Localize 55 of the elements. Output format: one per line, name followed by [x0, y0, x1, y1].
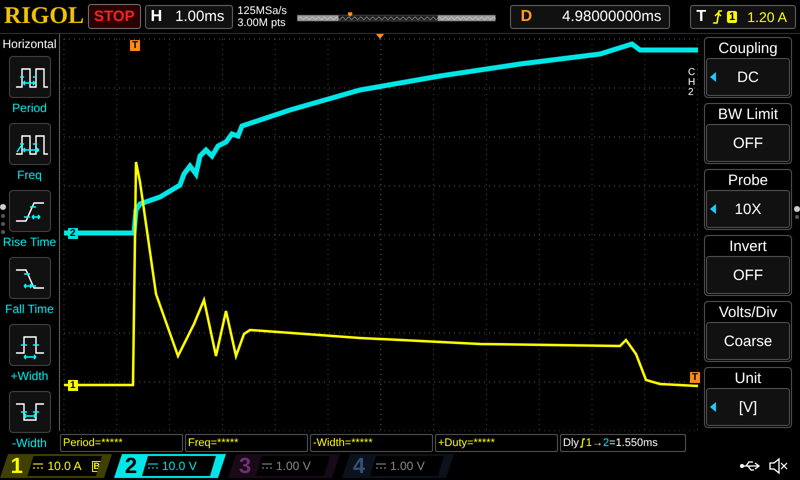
trigger-level-marker[interactable]: T — [690, 372, 700, 383]
channel-tab[interactable]: 4 1.00 V — [342, 454, 454, 478]
menu-value-button[interactable]: DC — [706, 58, 790, 96]
trigger-time-marker[interactable]: T — [130, 40, 140, 51]
menu-value-button[interactable]: OFF — [706, 256, 790, 294]
channel-scale: 1.00 V — [390, 459, 425, 473]
measurement-readout: -Width=***** — [310, 434, 433, 452]
run-state-button[interactable]: STOP — [88, 4, 141, 29]
usb-icon — [740, 460, 762, 472]
channel-number: 4 — [352, 454, 366, 478]
trigger-position-marker — [348, 12, 352, 16]
mute-icon[interactable] — [768, 457, 788, 475]
delay-label: D — [520, 8, 534, 26]
trigger-level[interactable]: 1.20 A — [741, 8, 795, 24]
dc-coupling-icon — [33, 463, 44, 469]
memory-depth: 3.00M pts — [237, 16, 287, 28]
channel-tab[interactable]: 2 10.0 V — [114, 454, 226, 478]
channel-scale: 1.00 V — [276, 459, 311, 473]
menu-value-button[interactable]: Coarse — [706, 322, 790, 360]
channel-number: 1 — [10, 454, 24, 478]
timebase-label: H — [150, 8, 164, 26]
channel-scale: 10.0 A — [47, 459, 82, 473]
channel-scale: 10.0 V — [162, 459, 197, 473]
measurement-readout: Period=***** — [60, 434, 183, 452]
menu-title: BW Limit — [717, 105, 779, 124]
rising-edge-icon — [578, 438, 586, 448]
dc-coupling-icon — [262, 463, 272, 469]
measurement-readout: +Duty=***** — [435, 434, 558, 452]
brand-logo: RIGOL — [4, 3, 84, 30]
sample-rate: 125MSa/s — [237, 4, 287, 16]
menu-title: Unit — [734, 369, 762, 388]
rising-edge-icon — [711, 8, 724, 24]
channel-tab[interactable]: 3 1.00 V — [228, 454, 340, 478]
trigger-label: T — [695, 8, 708, 26]
menu-title: Coupling — [717, 39, 779, 58]
channel-marker[interactable]: 1 — [68, 380, 78, 391]
menu-value-button[interactable]: OFF — [706, 124, 790, 162]
trigger-source: 1 — [727, 10, 738, 22]
channel-tag: CH2 — [688, 68, 698, 98]
channel-number: 3 — [238, 454, 252, 478]
menu-value-button[interactable]: [V] — [706, 388, 790, 426]
menu-title: Horizontal — [2, 37, 57, 51]
menu-title: Volts/Div — [718, 303, 778, 322]
dc-coupling-icon — [376, 463, 386, 469]
measurement-readout: Freq=***** — [185, 434, 308, 452]
menu-value-button[interactable]: 10X — [706, 190, 790, 228]
delay-value[interactable]: 4.98000000ms — [542, 8, 670, 25]
timebase-value[interactable]: 1.00ms — [167, 8, 232, 25]
delay-readout: Dly 1→2=1.550ms — [560, 434, 686, 452]
menu-title: Invert — [728, 237, 768, 256]
menu-title: Probe — [726, 171, 770, 190]
trigger-time-marker — [376, 34, 384, 39]
channel-number: 2 — [124, 454, 138, 478]
dc-coupling-icon — [148, 463, 158, 469]
channel-marker[interactable]: 2 — [68, 228, 78, 239]
